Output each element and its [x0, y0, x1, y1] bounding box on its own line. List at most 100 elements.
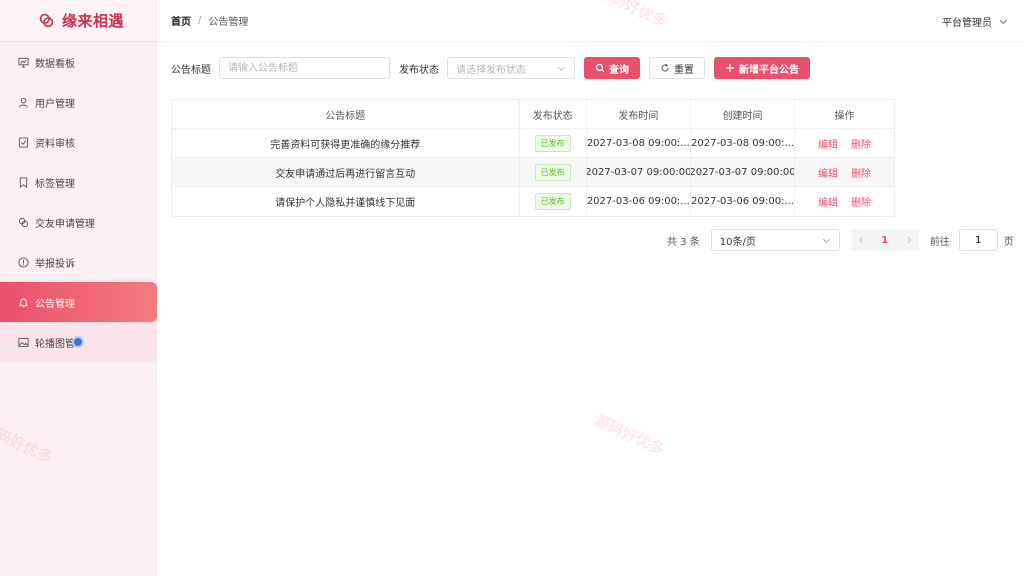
breadcrumb-current: 公告管理: [208, 17, 249, 28]
document-check-icon: [18, 136, 29, 148]
user-icon: [18, 97, 29, 108]
delete-link[interactable]: 删除: [851, 194, 871, 209]
main-content: 公告标题 发布状态 请选择发布状态 查询 重置 新增平台公告 公告标题 发布状态…: [157, 42, 1024, 576]
chevron-down-icon: [822, 238, 830, 243]
table-row: 请保护个人隐私并谨慎线下见面 已发布 2027-03-06 09:00:... …: [172, 187, 894, 216]
column-header: 操作: [834, 110, 855, 122]
sidebar-item-label: 举报投诉: [35, 258, 75, 270]
sidebar: 缘来相遇 数据看板 用户管理 资料审核 标签管理 交友申请管理 举报投诉 公告管…: [0, 0, 157, 576]
sidebar-item-dashboard[interactable]: 数据看板: [0, 42, 156, 82]
sidebar-menu: 数据看板 用户管理 资料审核 标签管理 交友申请管理 举报投诉 公告管理 轮播图…: [0, 42, 157, 362]
bell-icon: [18, 297, 29, 308]
publish-time-cell: 2027-03-08 09:00:...: [587, 129, 691, 157]
publish-time-cell: 2027-03-06 09:00:...: [587, 187, 691, 216]
publish-time-cell: 2027-03-07 09:00:00: [587, 158, 691, 186]
chevron-left-icon: [858, 236, 863, 244]
goto-label: 前往: [929, 236, 950, 248]
page-size-value: 10条/页: [719, 236, 756, 248]
column-header: 创建时间: [691, 100, 796, 128]
column-header: 发布时间: [587, 100, 691, 128]
actions-cell: 编辑 删除: [795, 158, 894, 186]
logo-icon: [39, 13, 54, 28]
actions-cell: 编辑 删除: [795, 129, 894, 157]
bookmark-icon: [18, 176, 29, 188]
sidebar-item-banners[interactable]: 轮播图管: [0, 322, 157, 362]
sidebar-item-users[interactable]: 用户管理: [0, 82, 156, 122]
title-filter-label: 公告标题: [171, 64, 211, 76]
user-menu[interactable]: 平台管理员: [942, 14, 1008, 29]
announcement-title-cell: 交友申请通过后再进行留言互动: [172, 158, 520, 186]
sidebar-item-label: 交友申请管理: [35, 218, 95, 230]
edit-link[interactable]: 编辑: [818, 194, 838, 209]
page-unit-label: 页: [1003, 236, 1014, 248]
sidebar-item-reports[interactable]: 举报投诉: [0, 242, 156, 282]
sidebar-item-label: 数据看板: [35, 58, 75, 70]
sidebar-item-label: 用户管理: [35, 98, 75, 110]
breadcrumb-home[interactable]: 首页: [171, 13, 191, 28]
app-title: 缘来相遇: [62, 12, 125, 30]
delete-link[interactable]: 删除: [851, 165, 871, 180]
reset-button-label: 重置: [674, 64, 694, 76]
image-icon: [18, 337, 29, 348]
status-cell: 已发布: [520, 129, 587, 157]
breadcrumb-separator: /: [198, 15, 202, 26]
pagination: 共 3 条 10条/页 1 前往 页: [667, 229, 1014, 251]
next-page-button[interactable]: [898, 229, 919, 251]
table-row: 交友申请通过后再进行留言互动 已发布 2027-03-07 09:00:00 2…: [172, 158, 894, 187]
link-icon: [18, 217, 29, 228]
edit-link[interactable]: 编辑: [818, 136, 838, 151]
create-time-cell: 2027-03-07 09:00:00: [691, 158, 796, 186]
sidebar-item-tags[interactable]: 标签管理: [0, 162, 156, 202]
chevron-down-icon: [558, 66, 565, 71]
table-header: 公告标题 发布状态 发布时间 创建时间 操作: [172, 100, 894, 129]
status-cell: 已发布: [520, 187, 587, 216]
search-button-label: 查询: [609, 64, 629, 76]
announcement-table: 公告标题 发布状态 发布时间 创建时间 操作 完善资料可获得更准确的缘分推荐 已…: [171, 99, 895, 217]
title-search-input[interactable]: [219, 57, 390, 79]
create-time-cell: 2027-03-06 09:00:...: [691, 187, 796, 216]
status-badge: 已发布: [534, 193, 571, 210]
sidebar-item-label: 轮播图管: [35, 338, 75, 350]
sidebar-item-friend-requests[interactable]: 交友申请管理: [0, 202, 156, 242]
warning-icon: [18, 256, 29, 268]
refresh-icon: [661, 63, 669, 72]
dashboard-icon: [18, 57, 29, 68]
reset-button[interactable]: 重置: [649, 57, 705, 79]
filter-bar: 公告标题 发布状态 请选择发布状态 查询 重置 新增平台公告: [171, 57, 810, 79]
prev-page-button[interactable]: [850, 229, 871, 251]
page-number-current[interactable]: 1: [870, 229, 899, 251]
breadcrumb: 首页 / 公告管理: [171, 13, 248, 28]
column-header: 发布状态: [520, 100, 587, 128]
sidebar-item-profile-review[interactable]: 资料审核: [0, 122, 156, 162]
sidebar-item-label: 标签管理: [35, 178, 75, 190]
plus-icon: [726, 64, 734, 72]
goto-page-input[interactable]: [958, 229, 998, 251]
add-announcement-label: 新增平台公告: [739, 64, 799, 76]
user-name: 平台管理员: [942, 18, 992, 29]
logo[interactable]: 缘来相遇: [0, 0, 156, 42]
actions-cell: 编辑 删除: [795, 187, 894, 216]
page-size-select[interactable]: 10条/页: [710, 229, 840, 251]
edit-link[interactable]: 编辑: [818, 165, 838, 180]
add-announcement-button[interactable]: 新增平台公告: [714, 57, 810, 79]
announcement-title-cell: 完善资料可获得更准确的缘分推荐: [172, 129, 520, 157]
total-count: 共 3 条: [667, 236, 700, 248]
status-filter-label: 发布状态: [399, 64, 439, 76]
chevron-right-icon: [907, 236, 911, 244]
status-select[interactable]: 请选择发布状态: [447, 57, 575, 79]
sidebar-item-announcements[interactable]: 公告管理: [0, 282, 157, 322]
header: 首页 / 公告管理 平台管理员: [157, 0, 1024, 42]
status-badge: 已发布: [534, 134, 571, 152]
announcement-title-cell: 请保护个人隐私并谨慎线下见面: [172, 187, 520, 216]
search-button[interactable]: 查询: [584, 57, 640, 79]
column-header: 公告标题: [172, 100, 520, 128]
status-cell: 已发布: [520, 158, 587, 186]
table-row: 完善资料可获得更准确的缘分推荐 已发布 2027-03-08 09:00:...…: [172, 129, 894, 158]
chevron-down-icon: [1000, 19, 1007, 24]
sidebar-item-label: 公告管理: [35, 298, 75, 310]
mouse-cursor-indicator: [72, 336, 84, 348]
status-badge: 已发布: [534, 163, 571, 181]
create-time-cell: 2027-03-08 09:00:...: [691, 129, 796, 157]
sidebar-item-label: 资料审核: [35, 138, 75, 150]
delete-link[interactable]: 删除: [851, 136, 871, 151]
